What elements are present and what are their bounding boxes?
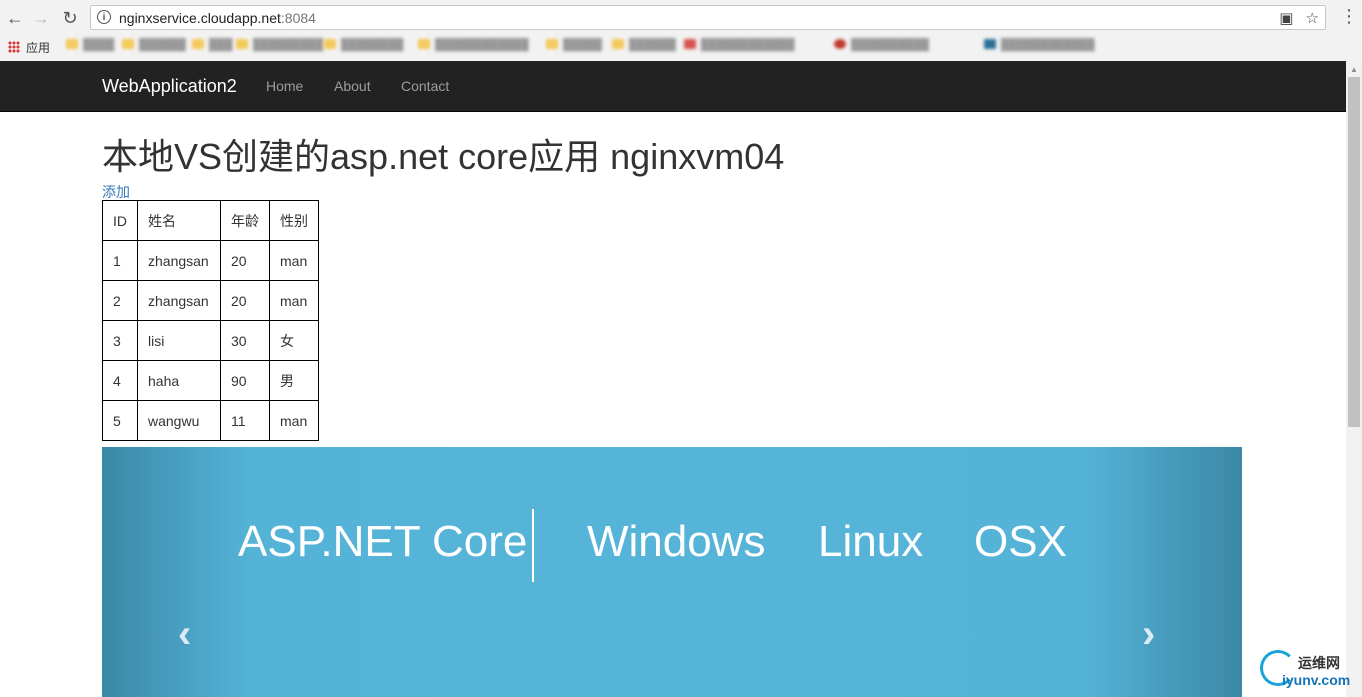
scroll-up-icon[interactable]: ▲ <box>1350 65 1358 74</box>
apps-grid-icon <box>8 41 20 53</box>
carousel-next-icon[interactable]: › <box>1142 612 1155 657</box>
browser-toolbar: ← → ↻ i nginxservice.cloudapp.net:8084 ▣… <box>0 0 1362 62</box>
cell-age: 90 <box>220 360 270 401</box>
table-row: 3 lisi 30 女 <box>102 320 319 361</box>
bookmark-link[interactable]: ██████████ <box>834 39 929 53</box>
table-row: 1 zhangsan 20 man <box>102 240 319 281</box>
menu-icon[interactable]: ⋮ <box>1340 6 1358 27</box>
cell-age: 20 <box>220 240 270 281</box>
url-text: nginxservice.cloudapp.net:8084 <box>119 10 316 26</box>
carousel-osx: OSX <box>974 517 1067 566</box>
bookmark-folder[interactable]: █████ <box>546 39 602 53</box>
nav-home[interactable]: Home <box>266 78 303 94</box>
watermark-logo: 运维网 iyunv.com <box>1258 650 1362 697</box>
carousel-prev-icon[interactable]: ‹ <box>178 612 191 657</box>
header-id: ID <box>102 200 138 241</box>
cell-name: zhangsan <box>137 240 221 281</box>
cell-age: 11 <box>220 400 270 441</box>
hero-carousel: ASP.NET Core Windows Linux OSX ‹ › <box>102 447 1242 697</box>
header-age: 年龄 <box>220 200 270 241</box>
bookmark-folder[interactable]: ██████ <box>122 39 186 53</box>
header-name: 姓名 <box>137 200 221 241</box>
address-bar[interactable]: i nginxservice.cloudapp.net:8084 ▣ ☆ <box>90 5 1326 30</box>
bookmark-folder[interactable]: ████ <box>66 39 114 53</box>
watermark-en: iyunv.com <box>1282 672 1351 688</box>
carousel-windows: Windows <box>587 517 766 566</box>
cell-name: zhangsan <box>137 280 221 321</box>
nav-about[interactable]: About <box>334 78 371 94</box>
cell-gender: 女 <box>269 320 319 361</box>
info-icon[interactable]: i <box>97 10 111 24</box>
carousel-aspnet-core: ASP.NET Core <box>238 517 528 566</box>
cell-gender: man <box>269 240 319 281</box>
add-link[interactable]: 添加 <box>102 182 130 202</box>
star-icon[interactable]: ☆ <box>1306 10 1319 27</box>
cell-name: wangwu <box>137 400 221 441</box>
watermark-cn: 运维网 <box>1298 655 1340 671</box>
scrollbar-thumb[interactable] <box>1348 77 1360 427</box>
cell-age: 30 <box>220 320 270 361</box>
bookmark-folder[interactable]: █████████ <box>236 39 323 53</box>
page-scrollbar[interactable]: ▲ <box>1346 61 1362 697</box>
cell-gender: 男 <box>269 360 319 401</box>
bookmark-link[interactable]: ████████████ <box>684 39 795 53</box>
nav-contact[interactable]: Contact <box>401 78 449 94</box>
translate-icon[interactable]: ▣ <box>1279 10 1293 27</box>
cell-gender: man <box>269 400 319 441</box>
table-row: 5 wangwu 11 man <box>102 400 319 441</box>
carousel-linux: Linux <box>818 517 924 566</box>
bookmark-folder[interactable]: ████████████ <box>418 39 529 53</box>
bookmark-folder[interactable]: ███ <box>192 39 232 53</box>
table-header-row: ID 姓名 年龄 性别 <box>102 200 319 241</box>
apps-bookmark[interactable]: 应用 <box>8 39 50 56</box>
brand-link[interactable]: WebApplication2 <box>102 76 237 97</box>
cell-gender: man <box>269 280 319 321</box>
cell-id: 5 <box>102 400 138 441</box>
cell-id: 4 <box>102 360 138 401</box>
cell-name: lisi <box>137 320 221 361</box>
header-gender: 性别 <box>269 200 319 241</box>
bookmark-folder[interactable]: ██████ <box>612 39 676 53</box>
table-row: 4 haha 90 男 <box>102 360 319 401</box>
cell-name: haha <box>137 360 221 401</box>
people-table: ID 姓名 年龄 性别 1 zhangsan 20 man 2 zhangsan… <box>102 200 319 441</box>
forward-icon[interactable]: → <box>29 6 53 30</box>
site-navbar: WebApplication2 Home About Contact <box>0 61 1346 112</box>
cell-id: 2 <box>102 280 138 321</box>
carousel-divider <box>532 509 534 582</box>
page-title: 本地VS创建的asp.net core应用 nginxvm04 <box>102 136 785 177</box>
back-icon[interactable]: ← <box>3 6 27 30</box>
table-row: 2 zhangsan 20 man <box>102 280 319 321</box>
cell-id: 3 <box>102 320 138 361</box>
reload-icon[interactable]: ↻ <box>58 6 82 30</box>
cell-id: 1 <box>102 240 138 281</box>
bookmark-folder[interactable]: ████████ <box>324 39 403 53</box>
cell-age: 20 <box>220 280 270 321</box>
bookmarks-bar: 应用 ████ ██████ ███ █████████ ████████ ██… <box>0 35 1362 59</box>
bookmark-link[interactable]: ████████████ <box>984 39 1095 53</box>
